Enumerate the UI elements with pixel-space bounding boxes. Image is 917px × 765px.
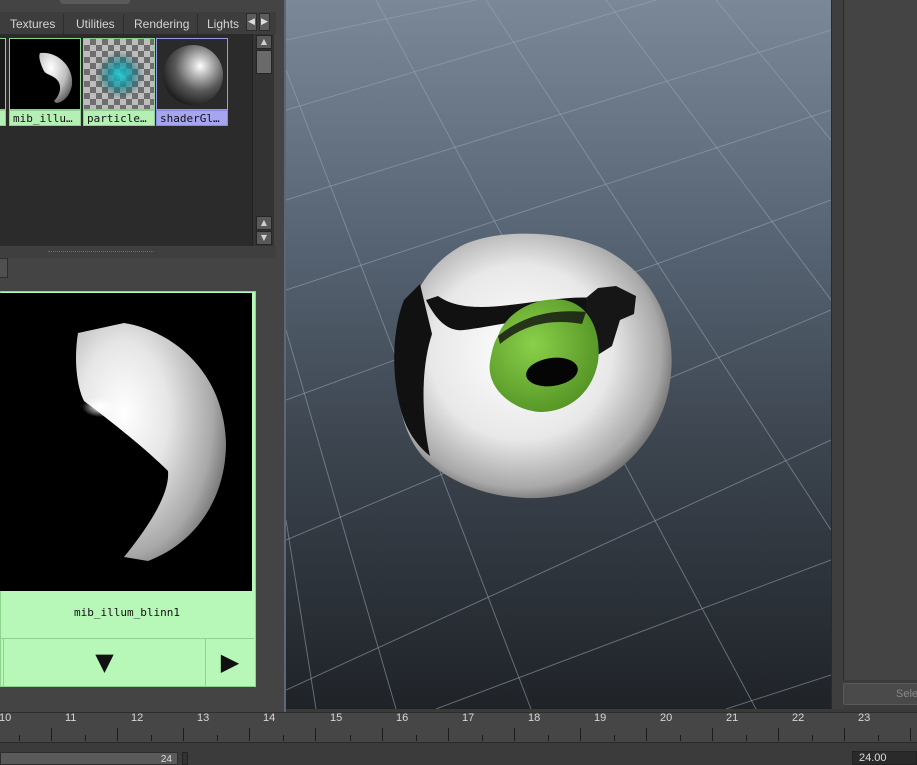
time-tick-label: 19	[594, 712, 607, 724]
swatch-mib-illum[interactable]: mib_illu…	[9, 38, 81, 127]
scroll-up-lower-button[interactable]: ▲	[256, 216, 272, 230]
time-subtick-mark	[548, 735, 549, 741]
time-tick-label: 13	[197, 712, 210, 724]
time-subtick-mark	[680, 735, 681, 741]
swatch-scrollbar[interactable]: ▲ ▲ ▼	[252, 34, 274, 246]
time-tick-mark	[778, 728, 779, 741]
time-tick-mark	[382, 728, 383, 741]
time-subtick-mark	[217, 735, 218, 741]
range-end-label: 24	[160, 754, 172, 765]
time-subtick-mark	[85, 735, 86, 741]
swatch-shader-glow[interactable]: shaderGl…	[156, 38, 228, 127]
time-tick-mark	[712, 728, 713, 741]
time-tick-mark	[315, 728, 316, 741]
app-window: { "hypershade": { "tabs": ["Textures", "…	[0, 0, 917, 765]
time-tick-mark	[646, 728, 647, 741]
channel-box-panel	[843, 0, 917, 680]
time-tick-label: 21	[726, 712, 739, 724]
time-tick-mark	[448, 728, 449, 741]
time-tick-label: 12	[131, 712, 144, 724]
swatch-label: particle…	[83, 110, 155, 126]
range-slider-handle[interactable]	[182, 752, 188, 765]
particle-checker-swatch-icon	[83, 38, 155, 110]
panel-top-handle[interactable]	[60, 0, 130, 4]
time-tick-label: 14	[263, 712, 276, 724]
time-subtick-mark	[812, 735, 813, 741]
time-tick-label: 15	[330, 712, 343, 724]
select-button[interactable]: Select	[843, 683, 917, 705]
swatch-label: mib_illu…	[9, 110, 81, 126]
shader-glow-swatch-icon	[156, 38, 228, 110]
hypershade-tab-bar: Textures Utilities Rendering Lights	[0, 12, 276, 34]
time-subtick-mark	[746, 735, 747, 741]
time-tick-label: 20	[660, 712, 673, 724]
material-preview-render	[0, 293, 252, 591]
tab-textures[interactable]: Textures	[2, 14, 65, 34]
perspective-viewport[interactable]	[286, 0, 831, 709]
time-tick-label: 11	[65, 712, 77, 724]
scroll-up-button[interactable]: ▲	[256, 35, 272, 49]
time-tick-mark	[514, 728, 515, 741]
tab-scroll-left-button[interactable]: ◀	[246, 13, 257, 31]
time-subtick-mark	[19, 735, 20, 741]
time-tick-label: 10	[0, 712, 12, 724]
lower-pane-tab[interactable]	[0, 258, 8, 278]
time-tick-label: 22	[792, 712, 805, 724]
swatch-label: shaderGl…	[156, 110, 228, 126]
time-subtick-mark	[416, 735, 417, 741]
time-subtick-mark	[350, 735, 351, 741]
time-tick-mark	[844, 728, 845, 741]
current-frame-field[interactable]: 24.00	[852, 751, 917, 765]
preview-controls: ▼ ▶	[0, 638, 254, 687]
time-tick-mark	[249, 728, 250, 741]
tab-utilities[interactable]: Utilities	[68, 14, 124, 34]
time-tick-label: 17	[462, 712, 475, 724]
swatch-particle[interactable]: particle…	[83, 38, 155, 127]
preview-options-down-button[interactable]: ▼	[4, 639, 206, 687]
partial-swatch[interactable]	[0, 38, 6, 127]
time-tick-label: 16	[396, 712, 409, 724]
time-subtick-mark	[482, 735, 483, 741]
preview-play-button[interactable]: ▶	[206, 639, 254, 687]
material-name-label: mib_illum_blinn1	[74, 606, 180, 619]
scroll-down-button[interactable]: ▼	[256, 231, 272, 245]
time-tick-mark	[183, 728, 184, 741]
time-tick-mark	[117, 728, 118, 741]
time-tick-label: 23	[858, 712, 871, 724]
hypershade-panel: Textures Utilities Rendering Lights ◀ ▶	[0, 0, 286, 712]
time-tick-mark	[51, 728, 52, 741]
eyeball-object[interactable]	[286, 0, 831, 709]
mib-illum-swatch-icon	[9, 38, 81, 110]
viewport-border	[831, 0, 843, 709]
time-subtick-mark	[878, 735, 879, 741]
time-subtick-mark	[614, 735, 615, 741]
tab-lights[interactable]: Lights	[199, 14, 247, 34]
time-tick-mark	[910, 728, 911, 741]
time-tick-label: 18	[528, 712, 541, 724]
scroll-thumb[interactable]	[256, 50, 272, 74]
divider-grip	[48, 251, 154, 253]
time-subtick-mark	[283, 735, 284, 741]
time-tick-mark	[580, 728, 581, 741]
time-subtick-mark	[151, 735, 152, 741]
tab-scroll-right-button[interactable]: ▶	[259, 13, 270, 31]
tab-rendering[interactable]: Rendering	[126, 14, 199, 34]
